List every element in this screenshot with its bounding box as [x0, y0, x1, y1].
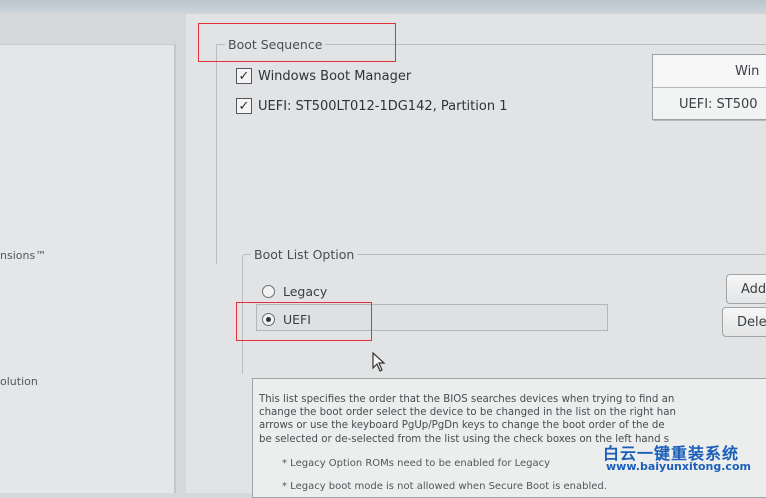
boot-order-row[interactable]: Win [653, 55, 766, 88]
top-strip [0, 0, 766, 14]
help-line: This list specifies the order that the B… [259, 394, 675, 405]
help-line: change the boot order select the device … [259, 407, 676, 419]
left-nav-item[interactable]: nsions™ [0, 249, 46, 262]
delete-boot-option-button[interactable]: Delete [722, 307, 766, 337]
boot-list-option-title: Boot List Option [251, 247, 358, 262]
left-nav-item[interactable]: olution [0, 375, 38, 388]
checkbox-checked-icon[interactable]: ✓ [236, 68, 252, 84]
add-boot-option-button[interactable]: Add [726, 274, 766, 304]
boot-order-row[interactable]: UEFI: ST500 [653, 88, 766, 121]
help-line: arrows or use the keyboard PgUp/PgDn key… [259, 420, 665, 432]
boot-item-uefi-partition[interactable]: ✓ UEFI: ST500LT012-1DG142, Partition 1 [236, 98, 507, 114]
radio-unselected-icon[interactable] [262, 285, 275, 298]
help-note: * Legacy Option ROMs need to be enabled … [282, 458, 551, 469]
mouse-cursor-icon [372, 351, 386, 376]
boot-order-list[interactable]: Win UEFI: ST500 [652, 54, 766, 121]
boot-item-windows-boot-manager[interactable]: ✓ Windows Boot Manager [236, 68, 411, 84]
highlight-uefi-option [236, 302, 372, 341]
radio-label: Legacy [283, 284, 328, 299]
boot-item-label: UEFI: ST500LT012-1DG142, Partition 1 [258, 98, 508, 114]
left-navigation-panel: nsions™ olution [0, 44, 176, 493]
highlight-boot-sequence [198, 23, 396, 62]
boot-item-label: Windows Boot Manager [258, 68, 412, 84]
help-note: * Legacy boot mode is not allowed when S… [282, 481, 607, 492]
watermark-url: www.baiyunxitong.com [606, 460, 751, 473]
radio-option-legacy[interactable]: Legacy [262, 284, 327, 299]
help-description-box: This list specifies the order that the B… [252, 378, 766, 498]
checkbox-checked-icon[interactable]: ✓ [236, 98, 252, 114]
